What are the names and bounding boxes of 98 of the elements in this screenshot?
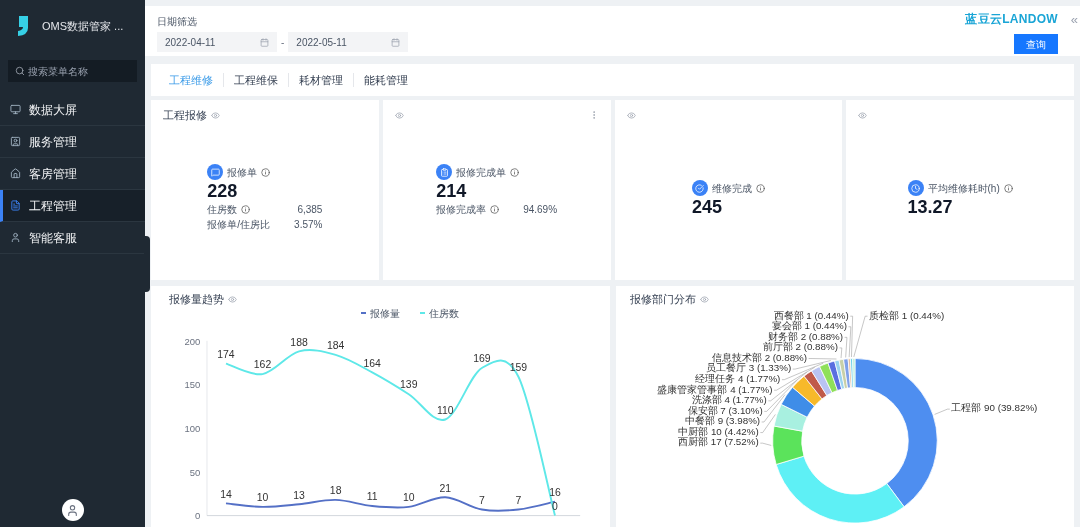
data-label: 18 [329, 485, 342, 497]
axis-tick-label: 100 [184, 423, 201, 435]
start-date-field[interactable]: 2022-04-11 [157, 32, 277, 52]
tab[interactable]: 能耗管理 [354, 71, 418, 89]
detail-label: 报修单/住房比 [207, 218, 271, 232]
tab[interactable]: 工程维保 [224, 71, 288, 89]
slice-label: 前厅部 2 (0.88%) [762, 341, 838, 353]
slice-label: 工程部 90 (39.82%) [950, 402, 1037, 414]
menu-item[interactable]: 数据大屏 [0, 94, 145, 126]
metric-label: 报修完成单 [456, 165, 507, 180]
menu-icon [10, 168, 21, 179]
metric-icon [207, 164, 224, 180]
metric-value: 13.27 [907, 196, 954, 218]
slice-label: 经理任务 4 (1.77%) [694, 373, 780, 384]
brand-logo: 蓝豆云LANDOW [965, 11, 1058, 28]
menu-item[interactable]: 工程管理 [0, 190, 145, 222]
info-icon [755, 183, 765, 193]
eye-icon[interactable] [211, 110, 220, 120]
data-label: 7 [478, 494, 485, 506]
slice-label: 信息技术部 2 (0.88%) [711, 351, 807, 363]
menu-item[interactable]: 服务管理 [0, 126, 145, 158]
axis-tick-label: 150 [184, 379, 201, 391]
data-label: 110 [437, 404, 454, 416]
calendar-icon [260, 37, 269, 47]
metric-label: 维修完成 [711, 181, 752, 196]
metric-value: 245 [691, 196, 723, 218]
menu-icon [10, 136, 21, 147]
metric-icon [907, 180, 924, 196]
axis-tick-label: 0 [195, 510, 201, 522]
card-title: 报修部门分布 [629, 291, 696, 307]
eye-icon[interactable] [228, 294, 237, 304]
eye-icon[interactable] [394, 110, 404, 120]
data-label: 169 [473, 353, 491, 365]
detail-value: 94.69% [523, 203, 558, 217]
collapse-handle[interactable] [144, 236, 150, 292]
menu-icon [10, 200, 21, 211]
date-separator: - [281, 35, 285, 50]
slice-label: 西厨部 17 (7.52%) [677, 436, 759, 448]
legend-item[interactable]: 住房数 [420, 305, 460, 321]
eye-icon[interactable] [699, 294, 709, 304]
menu-icon [10, 232, 21, 243]
search-icon [15, 66, 25, 76]
eye-icon[interactable] [626, 110, 636, 120]
avatar[interactable] [61, 499, 84, 521]
data-label: 10 [256, 492, 269, 504]
detail-label: 住房数 [207, 203, 238, 217]
data-label: 139 [400, 379, 418, 391]
slice-label: 员工餐厅 3 (1.33%) [705, 362, 791, 374]
slice-label: 盛康管家管事部 4 (1.77%) [656, 383, 773, 395]
slice-label: 西餐部 1 (0.44%) [773, 309, 849, 321]
calendar-icon [391, 37, 401, 47]
tab[interactable]: 耗材管理 [289, 71, 353, 89]
legend-item[interactable]: 报修量 [361, 305, 401, 321]
eye-icon[interactable] [858, 110, 868, 120]
metric-value: 228 [207, 180, 239, 202]
metric-icon [691, 180, 708, 196]
leader-line [933, 408, 950, 415]
axis-tick-label: 200 [184, 335, 201, 347]
data-label: 7 [515, 494, 522, 506]
slice-label: 中厨部 10 (4.42%) [677, 425, 759, 437]
info-icon [510, 167, 520, 177]
detail-value: 6,385 [297, 203, 323, 217]
filter-label: 日期筛选 [157, 15, 198, 29]
data-label: 16 [549, 486, 561, 498]
data-label: 14 [220, 488, 232, 500]
data-label: 162 [253, 359, 272, 371]
info-icon [1003, 183, 1013, 193]
end-date-field[interactable]: 2022-05-11 [288, 32, 409, 52]
data-label: 174 [217, 348, 235, 360]
logo-icon [16, 16, 30, 36]
leader-line [759, 442, 772, 446]
info-icon [261, 167, 271, 177]
metric-icon [436, 164, 453, 180]
slice-label: 中餐部 9 (3.98%) [684, 415, 760, 427]
query-button[interactable]: 查询 [1014, 34, 1058, 54]
metric-label: 平均维修耗时(h) [927, 181, 1000, 196]
data-label: 13 [293, 489, 305, 501]
data-label: 184 [326, 340, 345, 352]
metric-label: 报修单 [227, 165, 258, 180]
axis-tick-label: 50 [189, 466, 201, 478]
data-label: 11 [366, 491, 378, 503]
data-label: 21 [439, 482, 452, 494]
donut-slice [773, 403, 808, 432]
slice-label: 保安部 7 (3.10%) [687, 404, 763, 416]
slice-label: 质检部 1 (0.44%) [868, 309, 944, 321]
app-title: OMS数据管家 ... [42, 18, 124, 34]
slice-label: 洗涤部 4 (1.77%) [691, 394, 767, 406]
search-field[interactable]: 搜索菜单名称 [8, 60, 137, 82]
slice-label: 财务部 2 (0.88%) [767, 330, 843, 342]
detail-value: 3.57% [294, 218, 323, 232]
card-title: 报修量趋势 [169, 291, 224, 307]
card-title: 工程报修 [163, 107, 207, 123]
data-label: 164 [363, 357, 381, 369]
data-label: 188 [290, 336, 308, 348]
detail-label: 报修完成率 [436, 203, 487, 217]
data-label: 10 [402, 492, 415, 504]
metric-value: 214 [436, 180, 468, 202]
menu-icon [10, 104, 21, 115]
